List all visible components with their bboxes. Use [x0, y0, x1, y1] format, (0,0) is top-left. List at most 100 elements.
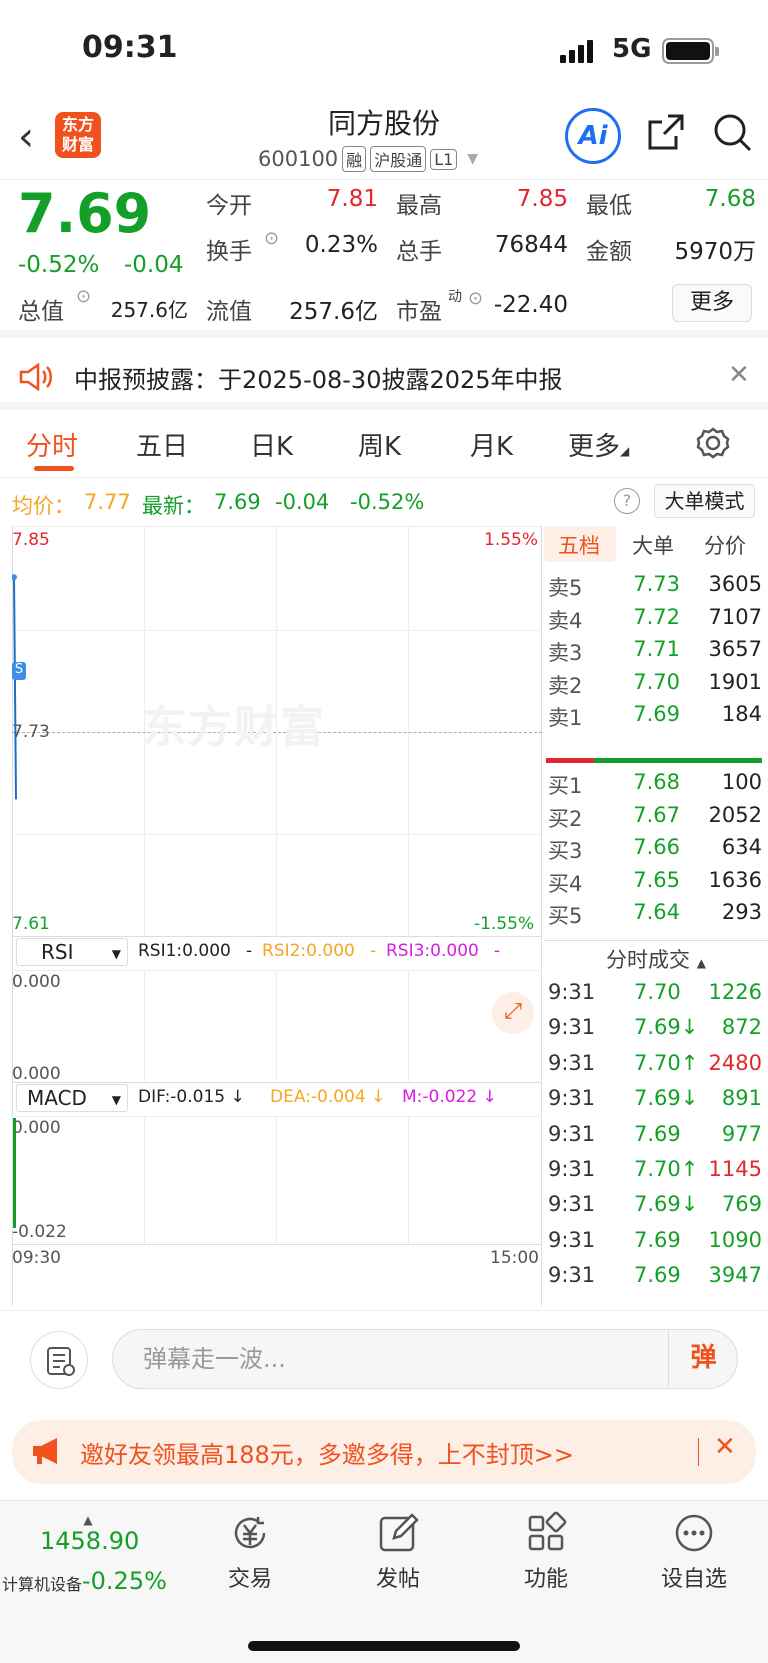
- order-book-row[interactable]: 卖1 7.69 184: [544, 702, 762, 736]
- close-icon[interactable]: ✕: [728, 360, 750, 390]
- search-icon[interactable]: [712, 112, 754, 158]
- notice-bar[interactable]: 中报预披露：于2025-08-30披露2025年中报 ✕: [0, 346, 768, 410]
- tag-level: L1: [430, 148, 458, 170]
- price-series-line: [13, 577, 17, 800]
- macd-bar: [13, 1118, 16, 1228]
- level-volume: 7107: [708, 604, 762, 629]
- danmu-button[interactable]: 弹: [668, 1329, 738, 1389]
- expand-icon[interactable]: ⤢: [492, 992, 534, 1034]
- nav-trade[interactable]: 交易: [190, 1511, 310, 1593]
- settings-icon[interactable]: [696, 426, 730, 464]
- tab-price-dist[interactable]: 分价: [704, 530, 746, 560]
- tab-more[interactable]: 更多◢: [568, 426, 629, 463]
- more-button[interactable]: 更多: [672, 284, 752, 322]
- level-volume: 2052: [708, 802, 762, 827]
- tab-weekly-k[interactable]: 周K: [358, 426, 401, 463]
- turnover-label: 换手: [206, 239, 252, 265]
- amount-value: 5970万: [674, 239, 756, 265]
- nav-functions[interactable]: 功能: [486, 1511, 606, 1593]
- trade-price: 7.70↑: [634, 1157, 699, 1181]
- order-book-row[interactable]: 卖4 7.72 7107: [544, 605, 762, 639]
- level-label: 卖1: [548, 706, 583, 730]
- trade-time: 9:31: [548, 1086, 596, 1111]
- stock-code-row[interactable]: 600100 融 沪股通 L1 ▼: [258, 146, 478, 172]
- level-price: 7.73: [633, 572, 680, 596]
- info-icon[interactable]: ⊙: [468, 288, 483, 309]
- trade-volume: 891: [721, 1086, 762, 1111]
- amount-label: 金额: [586, 239, 632, 265]
- change-pct: -0.52%: [18, 252, 100, 278]
- tab-five-day[interactable]: 五日: [136, 426, 188, 463]
- info-icon[interactable]: ⊙: [76, 286, 91, 307]
- danmu-input[interactable]: 弹幕走一波...: [112, 1329, 738, 1389]
- avg-value: 7.77: [84, 490, 131, 514]
- comment-settings-icon[interactable]: [30, 1331, 88, 1389]
- trade-volume: 769: [721, 1192, 762, 1217]
- current-price: 7.69: [18, 182, 152, 245]
- dropdown-icon[interactable]: ▼: [467, 151, 478, 167]
- tab-five-levels[interactable]: 五档: [558, 530, 600, 560]
- home-indicator[interactable]: [248, 1641, 520, 1651]
- open-value: 7.81: [326, 186, 378, 212]
- tab-underline: [34, 466, 74, 471]
- rsi-selector[interactable]: RSI ▼: [16, 938, 128, 966]
- ai-button[interactable]: Ai: [565, 108, 621, 164]
- order-book-row[interactable]: 买5 7.64 293: [544, 900, 762, 934]
- dea-value: DEA:-0.004 ↓: [270, 1087, 386, 1107]
- network-label: 5G: [612, 34, 652, 64]
- latest-change: -0.04: [275, 490, 330, 514]
- trade-volume: 1226: [708, 980, 762, 1004]
- level-label: 卖4: [548, 608, 583, 633]
- megaphone-icon: [30, 1436, 66, 1470]
- trades-title[interactable]: 分时成交 ▲: [606, 944, 706, 974]
- tab-daily-k[interactable]: 日K: [250, 426, 293, 463]
- order-book-row[interactable]: 买2 7.67 2052: [544, 803, 762, 837]
- trade-time: 9:31: [548, 1263, 596, 1288]
- avg-label: 均价：: [12, 494, 75, 518]
- tag-connect: 沪股通: [370, 146, 427, 172]
- rsi2-value: RSI2:0.000: [262, 941, 355, 961]
- order-book-row[interactable]: 卖2 7.70 1901: [544, 670, 762, 704]
- rsi-axis-top: 0.000: [12, 972, 61, 992]
- trade-row: 9:31 7.69 3947: [544, 1263, 762, 1299]
- level-label: 卖3: [548, 641, 583, 665]
- promo-banner[interactable]: 邀好友领最高188元，多邀多得，上不封顶>> ✕: [12, 1420, 756, 1484]
- info-icon[interactable]: ⊙: [264, 228, 279, 249]
- grid-icon: [528, 1511, 567, 1551]
- volume-value: 76844: [494, 232, 568, 258]
- volume-label: 总手: [396, 239, 442, 265]
- nav-watchlist-settings[interactable]: 设自选: [634, 1511, 754, 1593]
- low-label: 最低: [586, 193, 632, 219]
- sell-marker[interactable]: S: [12, 662, 26, 680]
- trade-price: 7.69↓: [634, 1015, 699, 1040]
- chart-tabs: 分时 五日 日K 周K 月K 更多◢: [0, 414, 768, 478]
- level-label: 买2: [548, 806, 583, 831]
- trade-volume: 1090: [708, 1227, 762, 1252]
- trade-icon: [234, 1517, 266, 1549]
- close-icon[interactable]: ✕: [714, 1432, 736, 1462]
- trade-row: 9:31 7.69 1090: [544, 1228, 762, 1264]
- tab-big-order[interactable]: 大单: [632, 530, 674, 560]
- intraday-chart[interactable]: 东方财富 7.85 7.73 7.61 1.55% -1.55% S RSI ▼ …: [12, 526, 542, 1306]
- trade-price: 7.69: [634, 1121, 681, 1146]
- dif-value: DIF:-0.015 ↓: [138, 1087, 245, 1107]
- tab-intraday[interactable]: 分时: [26, 426, 78, 463]
- order-book-row[interactable]: 买4 7.65 1636: [544, 868, 762, 902]
- share-icon[interactable]: [646, 112, 686, 156]
- big-order-mode-button[interactable]: 大单模式: [654, 484, 755, 518]
- help-icon[interactable]: ?: [614, 488, 640, 514]
- sector-index[interactable]: ▲ 1458.90 计算机设备 -0.25%: [0, 1513, 180, 1595]
- stock-header: ‹ 东方财富 同方股份 600100 融 沪股通 L1 ▼ Ai: [0, 100, 768, 180]
- nav-post[interactable]: 发帖: [338, 1511, 458, 1593]
- level-label: 买3: [548, 839, 583, 863]
- order-book-row[interactable]: 买1 7.68 100: [544, 770, 762, 804]
- macd-selector[interactable]: MACD ▼: [16, 1084, 128, 1112]
- tab-monthly-k[interactable]: 月K: [470, 426, 513, 463]
- level-volume: 293: [721, 900, 762, 924]
- order-book-row[interactable]: 卖3 7.71 3657: [544, 637, 762, 671]
- notice-text: 中报预披露：于2025-08-30披露2025年中报: [74, 366, 563, 394]
- level-price: 7.64: [633, 900, 680, 924]
- level-price: 7.66: [633, 835, 680, 859]
- order-book-row[interactable]: 卖5 7.73 3605: [544, 572, 762, 606]
- order-book-row[interactable]: 买3 7.66 634: [544, 835, 762, 869]
